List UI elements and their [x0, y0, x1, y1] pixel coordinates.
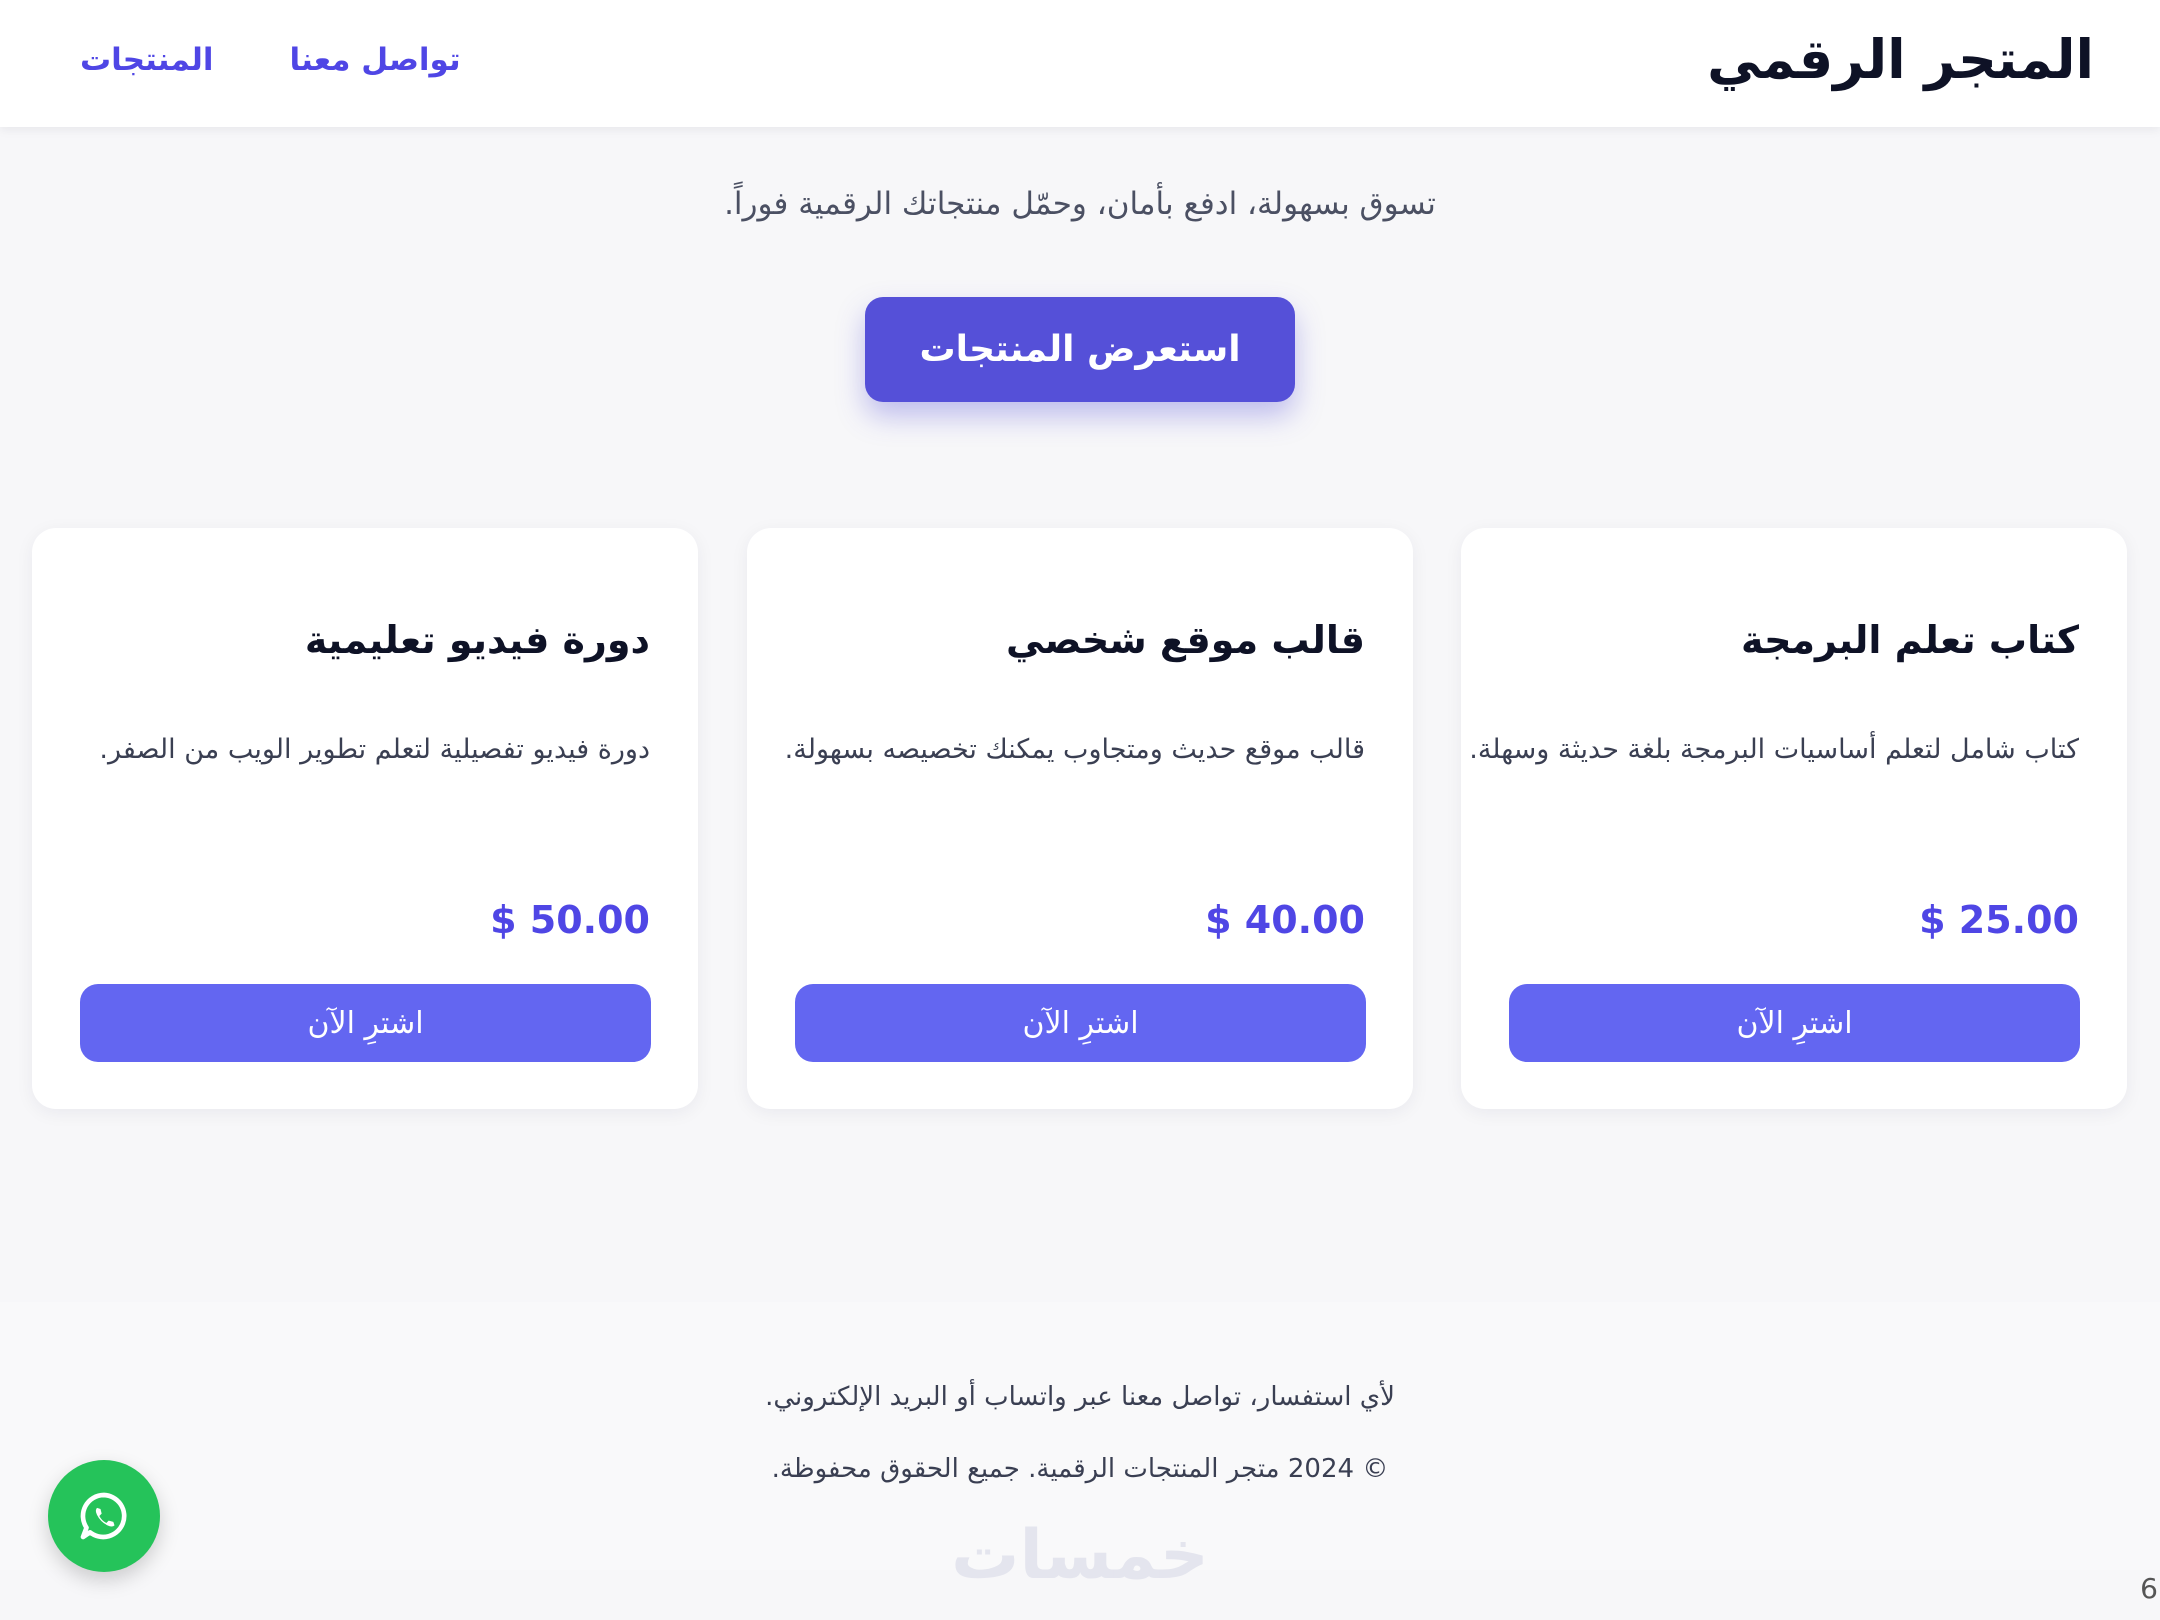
buy-now-button[interactable]: اشترِ الآن — [1509, 984, 2080, 1062]
buy-now-button[interactable]: اشترِ الآن — [795, 984, 1366, 1062]
product-description: دورة فيديو تفصيلية لتعلم تطوير الويب من … — [99, 734, 650, 765]
product-card: كتاب تعلم البرمجة كتاب شامل لتعلم أساسيا… — [1461, 528, 2127, 1109]
watermark-logo: خمسات — [951, 1516, 1209, 1595]
whatsapp-icon — [80, 1492, 127, 1540]
product-card: قالب موقع شخصي قالب موقع حديث ومتجاوب يم… — [747, 528, 1413, 1109]
nav-link-contact[interactable]: تواصل معنا — [290, 42, 461, 78]
brand-logo[interactable]: المتجر الرقمي — [1707, 28, 2094, 91]
product-description: كتاب شامل لتعلم أساسيات البرمجة بلغة حدي… — [1469, 734, 2079, 765]
hero-subtitle: تسوق بسهولة، ادفع بأمان، وحمّل منتجاتك ا… — [724, 186, 1436, 222]
footer-copyright: © 2024 متجر المنتجات الرقمية. جميع الحقو… — [771, 1454, 1389, 1484]
product-price: $ 40.00 — [1205, 898, 1365, 942]
browse-products-button[interactable]: استعرض المنتجات — [865, 297, 1295, 402]
nav-link-products[interactable]: المنتجات — [80, 42, 214, 78]
product-card: دورة فيديو تعليمية دورة فيديو تفصيلية لت… — [32, 528, 698, 1109]
main-nav: المنتجات تواصل معنا — [80, 42, 461, 78]
product-title: دورة فيديو تعليمية — [304, 618, 650, 662]
buy-now-button[interactable]: اشترِ الآن — [80, 984, 651, 1062]
whatsapp-button[interactable] — [48, 1460, 160, 1572]
site-header: المتجر الرقمي المنتجات تواصل معنا — [0, 0, 2160, 127]
product-price: $ 25.00 — [1919, 898, 2079, 942]
product-price: $ 50.00 — [490, 898, 650, 942]
product-title: قالب موقع شخصي — [1006, 618, 1365, 662]
product-title: كتاب تعلم البرمجة — [1741, 618, 2079, 662]
product-description: قالب موقع حديث ومتجاوب يمكنك تخصيصه بسهو… — [784, 734, 1365, 765]
footer-contact-text: لأي استفسار، تواصل معنا عبر واتساب أو ال… — [765, 1382, 1395, 1412]
